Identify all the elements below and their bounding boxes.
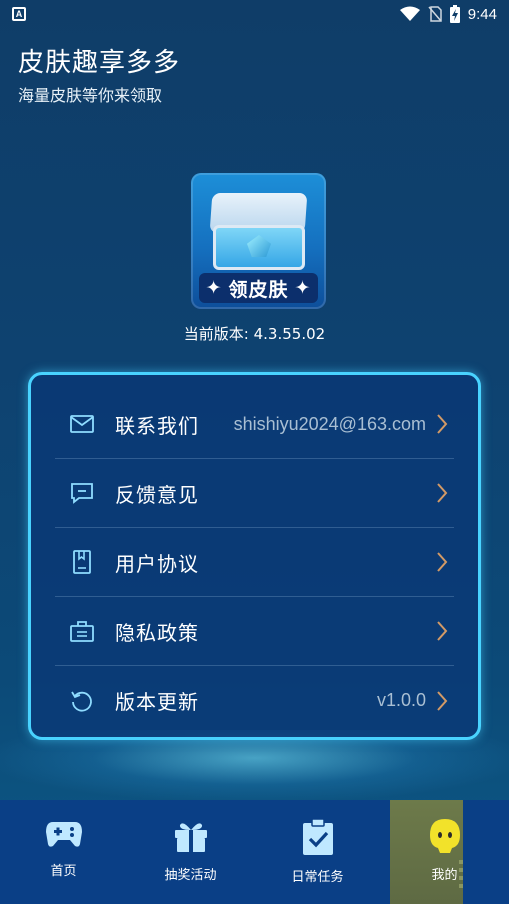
mail-icon xyxy=(69,411,95,437)
document-icon xyxy=(69,549,95,575)
chevron-right-icon xyxy=(437,483,448,503)
briefcase-icon xyxy=(69,618,95,644)
app-version-value: v1.0.0 xyxy=(376,690,426,710)
menu-item-update[interactable]: 版本更新 v1.0.0 xyxy=(55,666,454,735)
logo-label: ✦ 领皮肤 ✦ xyxy=(199,273,318,303)
notification-a-icon: A xyxy=(12,7,26,21)
menu-item-contact[interactable]: 联系我们 shishiyu2024@163.com xyxy=(55,390,454,459)
tab-label: 日常任务 xyxy=(291,870,344,885)
tab-home[interactable]: 首页 xyxy=(0,800,127,904)
bottom-tab-bar: 首页 抽奖活动 日常任务 我的 xyxy=(0,800,509,904)
tab-mine[interactable]: 我的 xyxy=(381,800,508,904)
gift-icon xyxy=(173,818,209,858)
logo-label-text: 领皮肤 xyxy=(228,278,289,301)
clipboard-check-icon xyxy=(301,818,335,860)
chevron-right-icon xyxy=(437,552,448,572)
chevron-right-icon xyxy=(437,414,448,434)
chevron-right-icon xyxy=(437,690,448,711)
sparkle-icon: ✦ xyxy=(205,277,223,299)
version-text: 当前版本: 4.3.55.02 xyxy=(183,325,326,343)
avatar-face-icon xyxy=(428,818,462,858)
menu-item-label: 联系我们 xyxy=(115,413,199,438)
background-glow xyxy=(0,730,509,800)
tab-lottery[interactable]: 抽奖活动 xyxy=(127,800,254,904)
tab-daily-tasks[interactable]: 日常任务 xyxy=(254,800,381,904)
menu-item-label: 反馈意见 xyxy=(115,482,199,507)
status-bar: A 9:44 xyxy=(0,0,509,28)
sparkle-icon: ✦ xyxy=(294,277,312,299)
refresh-icon xyxy=(69,688,95,714)
wifi-icon xyxy=(399,6,420,21)
message-icon xyxy=(69,480,95,506)
app-logo: ✦ 领皮肤 ✦ xyxy=(191,173,326,309)
battery-charging-icon xyxy=(449,5,460,23)
settings-panel: 联系我们 shishiyu2024@163.com 反馈意见 用户协议 隐私政策… xyxy=(28,372,481,740)
page-subtitle: 海量皮肤等你来领取 xyxy=(18,86,163,105)
sim-icon xyxy=(428,6,442,22)
chevron-right-icon xyxy=(437,621,448,641)
page-title: 皮肤趣享多多 xyxy=(18,48,181,78)
menu-item-label: 版本更新 xyxy=(115,690,199,714)
clock: 9:44 xyxy=(467,5,497,23)
tab-label: 抽奖活动 xyxy=(164,868,217,883)
contact-email: shishiyu2024@163.com xyxy=(233,413,426,434)
tab-label: 我的 xyxy=(431,868,458,883)
menu-item-label: 用户协议 xyxy=(115,551,199,576)
tab-label: 首页 xyxy=(50,864,77,879)
menu-item-feedback[interactable]: 反馈意见 xyxy=(55,459,454,528)
menu-item-privacy[interactable]: 隐私政策 xyxy=(55,597,454,666)
menu-item-label: 隐私政策 xyxy=(115,620,199,645)
gamepad-icon xyxy=(45,818,83,854)
menu-item-agreement[interactable]: 用户协议 xyxy=(55,528,454,597)
